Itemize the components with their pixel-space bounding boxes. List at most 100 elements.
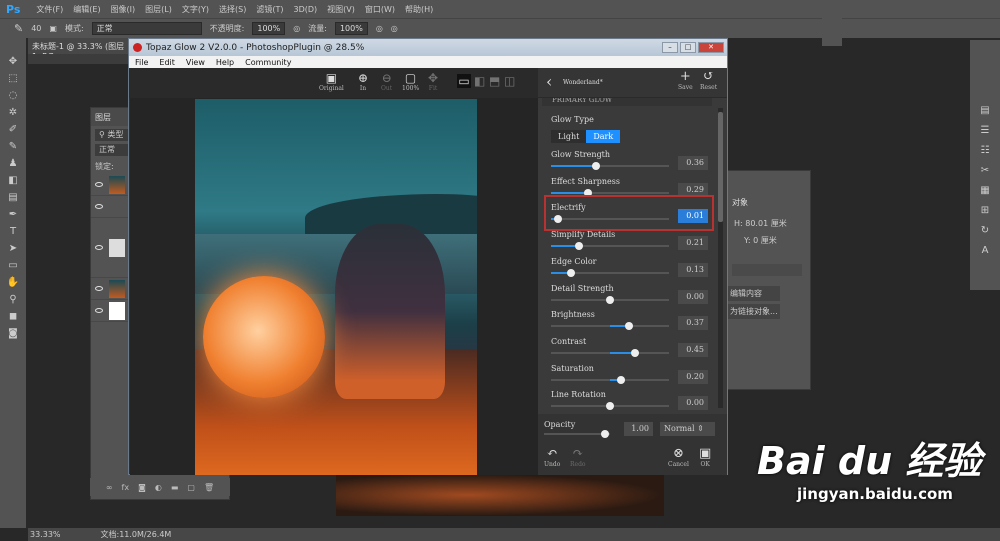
magic-wand-icon[interactable]: ✲ — [9, 107, 17, 118]
brush-icon[interactable]: ✎ — [14, 22, 23, 35]
brush-tool-icon[interactable]: ✎ — [9, 141, 17, 152]
slider-value[interactable]: 0.00 — [678, 396, 708, 411]
path-select-icon[interactable]: ➤ — [9, 243, 17, 254]
adjustment-icon[interactable]: ◐ — [155, 483, 162, 492]
ps-menu-item[interactable]: 文件(F) — [36, 4, 63, 15]
slider-value[interactable]: 0.13 — [678, 262, 708, 277]
ps-menu-item[interactable]: 选择(S) — [219, 4, 246, 15]
slider-knob[interactable] — [606, 295, 614, 304]
ps-menu-item[interactable]: 帮助(H) — [405, 4, 433, 15]
close-button[interactable]: ✕ — [698, 42, 724, 53]
slider-track[interactable] — [551, 188, 669, 197]
eye-icon[interactable] — [95, 245, 103, 250]
split-view-icon[interactable]: ◧ — [474, 74, 485, 88]
slider-value[interactable]: 0.36 — [678, 156, 708, 170]
eye-icon[interactable] — [95, 204, 103, 209]
ps-menu-item[interactable]: 滤镜(T) — [256, 4, 283, 15]
slider-track[interactable] — [551, 268, 669, 277]
rotate-icon[interactable]: ↻ — [981, 225, 989, 236]
color-swatch-icon[interactable]: ◼ — [9, 311, 17, 322]
pressure-size-icon[interactable]: ◎ — [391, 24, 398, 33]
topaz-menu-item[interactable]: File — [135, 58, 148, 67]
flow-input[interactable]: 100% — [334, 22, 368, 35]
character-icon[interactable]: A — [982, 245, 989, 256]
type-tool-icon[interactable]: T — [10, 226, 16, 237]
glow-type-dark[interactable]: Dark — [586, 130, 621, 143]
save-preset-button[interactable]: + Save — [678, 70, 693, 92]
slider-track[interactable] — [551, 162, 669, 170]
stamp-tool-icon[interactable]: ♟ — [9, 158, 18, 169]
undo-button[interactable]: ↶ Undo — [544, 447, 560, 469]
slider-knob[interactable] — [630, 348, 639, 357]
maximize-button[interactable]: □ — [680, 42, 696, 53]
ok-button[interactable]: ▣ OK — [699, 447, 711, 469]
slider-track[interactable] — [551, 295, 669, 304]
opacity-knob[interactable] — [601, 430, 610, 438]
ps-menu-item[interactable]: 编辑(E) — [73, 4, 100, 15]
adjust-icon[interactable]: ☰ — [981, 125, 990, 136]
brush-size[interactable]: 40 — [31, 24, 41, 33]
ps-menu-item[interactable]: 图层(L) — [145, 4, 172, 15]
opacity-input[interactable]: 100% — [252, 22, 286, 35]
preview-canvas[interactable] — [130, 98, 538, 475]
folder-icon[interactable]: ▬ — [171, 483, 179, 492]
brush-preset-icon[interactable]: ▦ — [980, 185, 989, 196]
slider-track[interactable] — [551, 375, 669, 384]
brush-panel-icon[interactable]: ▣ — [49, 24, 57, 33]
zoom-in-button[interactable]: ⊕ In — [358, 71, 368, 92]
side-by-side-icon[interactable]: ◫ — [504, 74, 515, 88]
split-horizontal-icon[interactable]: ⬒ — [489, 74, 500, 88]
slider-track[interactable] — [551, 402, 669, 411]
original-button[interactable]: ▣ Original — [319, 71, 344, 92]
back-icon[interactable]: ‹ — [546, 72, 552, 91]
slider-knob[interactable] — [567, 268, 576, 277]
slider-value[interactable]: 0.37 — [678, 316, 708, 331]
airbrush-icon[interactable]: ◎ — [376, 24, 383, 33]
slider-value[interactable]: 0.45 — [678, 342, 708, 357]
lasso-tool-icon[interactable]: ◌ — [9, 90, 18, 101]
document-tab[interactable]: 未标题-1 @ 33.3% (图层 1, RG — [28, 38, 138, 61]
props-y[interactable]: Y: 0 厘米 — [728, 229, 810, 246]
history-icon[interactable]: ▤ — [980, 105, 989, 116]
scrollbar[interactable] — [718, 108, 723, 408]
zoom-icon[interactable]: ⚲ — [9, 294, 16, 305]
move-tool-icon[interactable]: ✥ — [9, 56, 17, 67]
ps-menu-item[interactable]: 文字(Y) — [182, 4, 209, 15]
marquee-tool-icon[interactable]: ⬚ — [8, 73, 17, 84]
slider-track[interactable] — [551, 348, 669, 357]
redo-button[interactable]: ↷ Redo — [570, 447, 586, 469]
topaz-menu-item[interactable]: Help — [216, 58, 234, 67]
props-select[interactable] — [732, 264, 802, 276]
slider-knob[interactable] — [591, 162, 600, 170]
topaz-menu-item[interactable]: Community — [245, 58, 291, 67]
opacity-slider[interactable] — [544, 430, 610, 438]
slider-knob[interactable] — [616, 375, 625, 384]
new-layer-icon[interactable]: ▢ — [187, 483, 195, 492]
eye-icon[interactable] — [95, 308, 103, 313]
slider-value[interactable]: 0.21 — [678, 236, 708, 251]
fx-icon[interactable]: fx — [122, 483, 130, 492]
opacity-value[interactable]: 1.00 — [624, 422, 653, 436]
link-icon[interactable]: ∞ — [106, 483, 113, 492]
convert-linked-button[interactable]: 为链接对象... — [728, 304, 780, 319]
minimize-button[interactable]: – — [662, 42, 678, 53]
ps-menu-item[interactable]: 视图(V) — [327, 4, 355, 15]
sliders-icon[interactable]: ☷ — [981, 145, 990, 156]
blend-mode-select[interactable]: Normal ⇕ — [660, 422, 715, 436]
eye-icon[interactable] — [95, 182, 103, 187]
gradient-icon[interactable]: ▤ — [8, 192, 17, 203]
glow-type-light[interactable]: Light — [551, 130, 587, 143]
zoom-level[interactable]: 33.33% — [30, 530, 61, 539]
slider-value[interactable]: 0.00 — [678, 289, 708, 304]
ps-menu-item[interactable]: 图像(I) — [111, 4, 136, 15]
shape-icon[interactable]: ▭ — [8, 260, 17, 271]
ps-menu-item[interactable]: 窗口(W) — [365, 4, 395, 15]
slider-knob[interactable] — [624, 322, 633, 331]
pressure-opacity-icon[interactable]: ◎ — [293, 24, 300, 33]
trash-icon[interactable]: 🗑 — [204, 483, 214, 492]
slider-track[interactable] — [551, 242, 669, 251]
tool-icon[interactable]: ✂ — [981, 165, 989, 176]
section-header[interactable]: PRIMARY GLOW — [542, 98, 712, 106]
reset-button[interactable]: ↺ Reset — [700, 70, 717, 92]
topaz-menu-item[interactable]: View — [186, 58, 205, 67]
